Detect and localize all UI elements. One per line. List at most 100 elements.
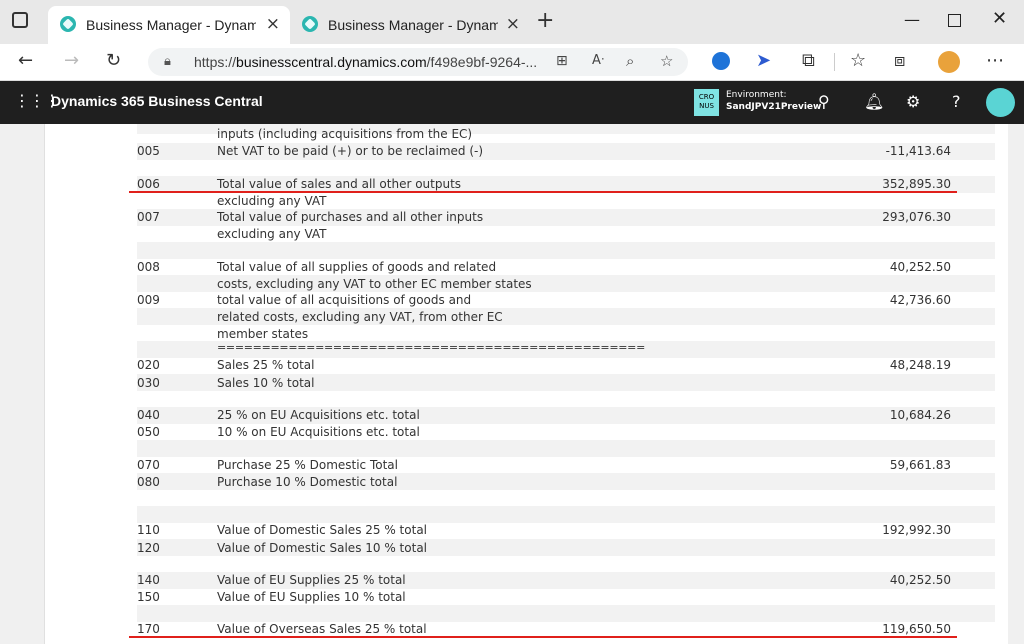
row-description: 25 % on EU Acquisitions etc. total: [217, 408, 420, 422]
row-amount: 352,895.30: [882, 177, 951, 191]
more-options-icon[interactable]: ⋯: [986, 50, 1004, 71]
settings-gear-icon[interactable]: ⚙: [906, 92, 920, 111]
favorites-icon[interactable]: ☆: [850, 50, 866, 71]
new-tab-icon[interactable]: +: [536, 8, 554, 33]
url-scheme: https://: [194, 54, 237, 70]
row-amount: -11,413.64: [885, 144, 951, 158]
row-code: 009: [137, 293, 160, 307]
row-description: Purchase 25 % Domestic Total: [217, 458, 398, 472]
row-code: 080: [137, 475, 160, 489]
tab-business-manager-1[interactable]: Business Manager - Dynamics 365 ×: [48, 6, 290, 44]
row-band: [137, 605, 995, 622]
browser-extension-globe-icon[interactable]: [712, 52, 730, 70]
user-avatar[interactable]: [986, 88, 1015, 117]
row-description: Total value of purchases and all other i…: [217, 210, 484, 224]
row-amount: 40,252.50: [889, 260, 951, 274]
row-amount: 40,252.50: [889, 573, 951, 587]
row-code: 070: [137, 458, 160, 472]
row-description: Value of Domestic Sales 10 % total: [217, 541, 427, 555]
row-code: 030: [137, 376, 160, 390]
row-code: 170: [137, 622, 160, 636]
row-description: Value of EU Supplies 10 % total: [217, 590, 406, 604]
app-title: Dynamics 365 Business Central: [51, 93, 263, 109]
url-host: businesscentral.dynamics.com: [236, 54, 427, 70]
row-description: member states: [217, 327, 309, 341]
company-badge[interactable]: CRO NUS: [694, 89, 719, 116]
business-central-favicon-icon: [60, 16, 76, 32]
row-description: Value of Overseas Sales 25 % total: [217, 622, 427, 636]
url-field[interactable]: 🔒︎ https://businesscentral.dynamics.com/…: [148, 48, 688, 76]
favorite-add-icon[interactable]: ☆: [660, 52, 673, 70]
row-amount: 293,076.30: [882, 210, 951, 224]
collections-icon[interactable]: ⧈: [894, 50, 905, 71]
report-viewer-margin: [4, 124, 44, 644]
row-code: 150: [137, 590, 160, 604]
row-description: 10 % on EU Acquisitions etc. total: [217, 425, 420, 439]
back-icon[interactable]: ←: [18, 50, 33, 71]
row-band: [137, 506, 995, 523]
zoom-icon[interactable]: ⌕: [626, 52, 634, 70]
page-scrollbar[interactable]: [1008, 124, 1024, 644]
power-automate-icon[interactable]: ➤: [756, 50, 771, 71]
app-header: ⋮⋮⋮ Dynamics 365 Business Central CRO NU…: [0, 81, 1024, 124]
row-code: 020: [137, 358, 160, 372]
row-description: Purchase 10 % Domestic total: [217, 475, 398, 489]
row-code: 006: [137, 177, 160, 191]
row-description: Value of Domestic Sales 25 % total: [217, 523, 427, 537]
close-window-icon[interactable]: ✕: [992, 8, 1007, 29]
row-description: inputs (including acquisitions from the …: [217, 127, 473, 141]
environment-label: Environment:: [726, 90, 787, 100]
business-central-favicon-icon: [302, 16, 318, 32]
separator-line-text: ========================================…: [217, 341, 646, 354]
row-code: 050: [137, 425, 160, 439]
apps-icon[interactable]: ⊞: [556, 53, 568, 69]
row-description: Value of EU Supplies 25 % total: [217, 573, 406, 587]
row-description: costs, excluding any VAT to other EC mem…: [217, 277, 532, 291]
row-code: 110: [137, 523, 160, 537]
search-icon[interactable]: ⚲: [818, 92, 830, 111]
row-code: 008: [137, 260, 160, 274]
row-code: 005: [137, 144, 160, 158]
row-code: 040: [137, 408, 160, 422]
tab-business-manager-2[interactable]: Business Manager - Dynamics 365 ×: [290, 6, 530, 44]
row-description: excluding any VAT: [217, 194, 327, 208]
close-tab-icon[interactable]: ×: [506, 14, 520, 34]
toolbar-divider: [834, 53, 835, 71]
environment-name: SandJPV21Preview: [726, 102, 822, 112]
highlight-underline: [129, 191, 957, 193]
lock-icon: 🔒︎: [164, 54, 171, 69]
row-description: Sales 25 % total: [217, 358, 315, 372]
highlight-underline: [129, 636, 957, 638]
profile-icon[interactable]: [938, 51, 960, 73]
row-description: related costs, excluding any VAT, from o…: [217, 310, 503, 324]
row-description: Sales 10 % total: [217, 376, 315, 390]
address-bar-row: ← → ↻ 🔒︎ https://businesscentral.dynamic…: [0, 44, 1024, 81]
environment-info[interactable]: Environment: SandJPV21Preview: [726, 89, 821, 113]
row-amount: 192,992.30: [882, 523, 951, 537]
row-description: excluding any VAT: [217, 227, 327, 241]
help-icon[interactable]: ?: [952, 92, 961, 111]
row-amount: 48,248.19: [889, 358, 951, 372]
read-aloud-icon[interactable]: Aᐧ: [592, 53, 604, 68]
row-code: 007: [137, 210, 160, 224]
row-description: Net VAT to be paid (+) or to be reclaime…: [217, 144, 484, 158]
url-path: /f498e9bf-9264-...: [426, 54, 538, 70]
maximize-icon[interactable]: [948, 14, 961, 27]
row-band: [137, 242, 995, 259]
close-tab-icon[interactable]: ×: [266, 14, 280, 34]
row-amount: 10,684.26: [889, 408, 951, 422]
row-amount: 42,736.60: [889, 293, 951, 307]
refresh-icon[interactable]: ↻: [106, 50, 121, 71]
row-code: 140: [137, 573, 160, 587]
row-band: [137, 440, 995, 457]
tab-actions-icon[interactable]: [12, 12, 28, 28]
extensions-icon[interactable]: ⧉: [802, 50, 815, 71]
tab-strip: Business Manager - Dynamics 365 × Busine…: [0, 0, 1024, 44]
row-code: 120: [137, 541, 160, 555]
row-amount: 59,661.83: [889, 458, 951, 472]
minimize-icon[interactable]: —: [904, 10, 920, 29]
forward-icon[interactable]: →: [64, 50, 79, 71]
row-amount: 119,650.50: [882, 622, 951, 636]
notifications-bell-icon[interactable]: 🔔︎: [864, 92, 884, 111]
row-description: total value of all acquisitions of goods…: [217, 293, 472, 307]
